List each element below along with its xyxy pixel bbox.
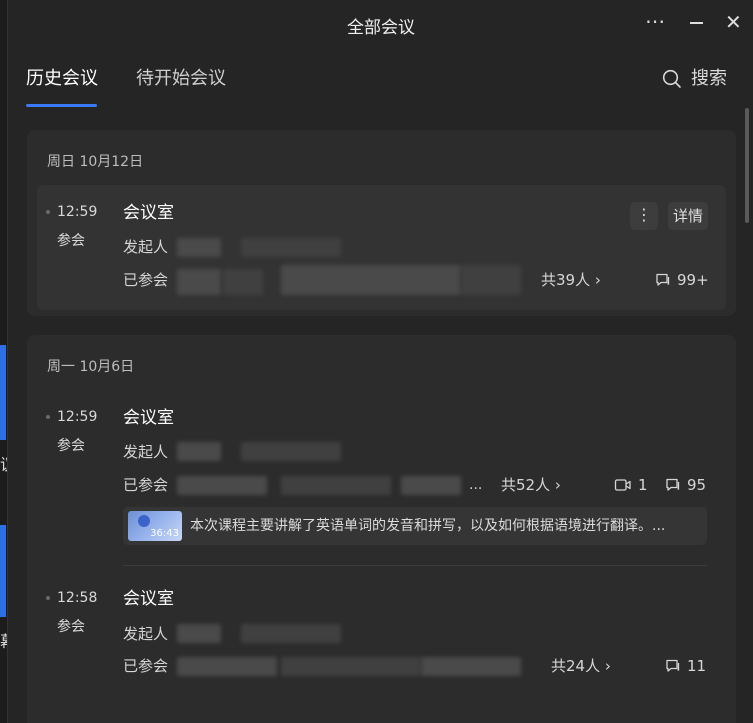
meeting-status: 参会 xyxy=(57,233,85,249)
search-label: 搜索 xyxy=(691,68,727,89)
meeting-time: 12:58 xyxy=(57,590,98,606)
meeting-summary[interactable]: 36:43 本次课程主要讲解了英语单词的发音和拼写，以及如何根据语境进行翻译。.… xyxy=(123,507,707,545)
recording-count-stat[interactable]: 1 xyxy=(614,475,648,495)
meeting-status: 参会 xyxy=(57,438,85,454)
meeting-status: 参会 xyxy=(57,619,85,635)
chevron-right-icon: › xyxy=(604,657,611,675)
redacted-initiator xyxy=(177,238,221,257)
redacted-initiator xyxy=(177,442,221,461)
timeline-dot xyxy=(46,415,50,419)
recording-duration: 36:43 xyxy=(150,528,179,539)
redacted-participants xyxy=(401,476,461,495)
chevron-right-icon: › xyxy=(554,476,561,494)
meeting-title: 会议室 xyxy=(123,589,174,609)
meeting-title: 会议室 xyxy=(123,408,174,428)
search-icon xyxy=(662,69,681,88)
participants-label: 已参会 xyxy=(123,657,169,675)
summary-text: 本次课程主要讲解了英语单词的发音和拼写，以及如何根据语境进行翻译。... xyxy=(190,518,666,534)
meeting-more-button[interactable]: ⋮ xyxy=(630,202,658,230)
date-header: 周一 10月6日 xyxy=(47,359,135,375)
redacted-participants xyxy=(281,657,421,676)
chat-count: 99+ xyxy=(677,271,709,289)
redacted-participants xyxy=(281,476,391,495)
chat-icon xyxy=(656,273,670,286)
title-bar: 全部会议 ⋯ ✕ xyxy=(8,0,753,48)
redacted-participants xyxy=(177,476,267,495)
redacted-initiator xyxy=(241,238,341,257)
tab-bar: 历史会议 待开始会议 搜索 xyxy=(8,48,753,110)
participants-count: 共52人 xyxy=(501,476,551,494)
background-app-blue-panel xyxy=(0,345,6,440)
initiator-label: 发起人 xyxy=(123,238,169,256)
ai-summary-icon xyxy=(138,515,150,527)
initiator-label: 发起人 xyxy=(123,443,169,461)
close-icon[interactable]: ✕ xyxy=(725,10,742,34)
meeting-card[interactable]: 12:59 参会 会议室 发起人 已参会 ... 共52人 › 1 95 36:… xyxy=(37,390,726,550)
meeting-date-group: 周日 10月12日 12:59 参会 会议室 发起人 已参会 共39人 › 99… xyxy=(27,130,736,316)
redacted-initiator xyxy=(241,442,341,461)
meeting-time: 12:59 xyxy=(57,204,98,220)
redacted-participants xyxy=(421,657,521,676)
timeline-dot xyxy=(46,210,50,214)
redacted-participants xyxy=(281,265,461,295)
redacted-participants xyxy=(461,265,521,295)
meeting-card[interactable]: 12:59 参会 会议室 发起人 已参会 共39人 › 99+ ⋮ 详情 xyxy=(37,185,726,310)
chat-count-stat[interactable]: 11 xyxy=(665,656,706,676)
tab-history-meetings[interactable]: 历史会议 xyxy=(26,68,98,90)
date-header: 周日 10月12日 xyxy=(47,154,144,170)
meeting-time: 12:59 xyxy=(57,409,98,425)
active-tab-indicator xyxy=(26,104,97,107)
all-meetings-window: 全部会议 ⋯ ✕ 历史会议 待开始会议 搜索 周日 10月12日 12:59 参… xyxy=(7,0,753,723)
meeting-title: 会议室 xyxy=(123,203,174,223)
timeline-dot xyxy=(46,596,50,600)
redacted-participants xyxy=(223,269,263,295)
scrollbar[interactable] xyxy=(745,108,749,223)
chat-icon xyxy=(666,659,680,672)
minimize-icon[interactable] xyxy=(690,22,703,24)
redacted-participants xyxy=(177,657,277,676)
participants-label: 已参会 xyxy=(123,271,169,289)
recording-thumbnail[interactable]: 36:43 xyxy=(128,511,182,541)
video-recording-icon xyxy=(614,479,631,491)
participants-ellipsis: ... xyxy=(469,477,483,493)
chat-count: 95 xyxy=(687,476,707,494)
meeting-detail-button[interactable]: 详情 xyxy=(668,202,708,230)
redacted-initiator xyxy=(177,624,221,643)
recording-count: 1 xyxy=(638,476,648,494)
participants-count: 共24人 xyxy=(551,657,601,675)
participants-count-link[interactable]: 共39人 › xyxy=(541,270,601,290)
meeting-card[interactable]: 12:58 参会 会议室 发起人 已参会 共24人 › 11 xyxy=(37,571,726,681)
chevron-right-icon: › xyxy=(594,271,601,289)
more-options-icon[interactable]: ⋯ xyxy=(645,9,666,33)
participants-label: 已参会 xyxy=(123,476,169,494)
chat-count-stat[interactable]: 99+ xyxy=(655,270,709,290)
participants-count: 共39人 xyxy=(541,271,591,289)
background-app-blue-panel xyxy=(0,525,6,617)
redacted-initiator xyxy=(241,624,341,643)
meeting-divider xyxy=(123,565,707,566)
participants-count-link[interactable]: 共24人 › xyxy=(551,656,611,676)
tab-upcoming-meetings[interactable]: 待开始会议 xyxy=(136,68,226,90)
window-title: 全部会议 xyxy=(347,18,415,38)
meeting-date-group: 周一 10月6日 12:59 参会 会议室 发起人 已参会 ... 共52人 ›… xyxy=(27,335,736,723)
chat-count: 11 xyxy=(687,657,707,675)
participants-count-link[interactable]: 共52人 › xyxy=(501,475,561,495)
chat-count-stat[interactable]: 95 xyxy=(665,475,706,495)
redacted-participants xyxy=(177,269,221,295)
chat-icon xyxy=(666,478,680,491)
initiator-label: 发起人 xyxy=(123,625,169,643)
